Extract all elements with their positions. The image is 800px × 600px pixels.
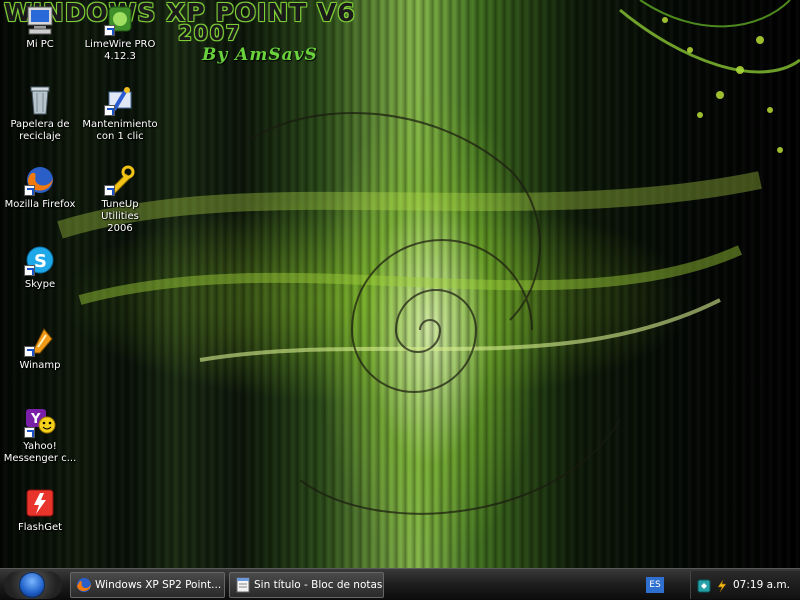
desktop-icon-label: Mozilla Firefox — [4, 199, 76, 210]
desktop-icon-mantenimiento[interactable]: Mantenimiento con 1 clic — [82, 84, 158, 143]
notepad-icon — [235, 577, 251, 593]
desktop-icon-winamp[interactable]: Winamp — [2, 325, 78, 372]
limewire-icon — [104, 4, 136, 36]
desktop-icon-firefox[interactable]: Mozilla Firefox — [2, 164, 78, 211]
wallpaper-year: 2007 — [178, 21, 242, 45]
taskbar: Windows XP SP2 Point... Sin título - Blo… — [0, 568, 800, 600]
desktop-icon-limewire[interactable]: LimeWire PRO 4.12.3 — [82, 4, 158, 63]
shortcut-arrow-icon — [24, 346, 35, 357]
shortcut-arrow-icon — [104, 105, 115, 116]
shortcut-arrow-icon — [104, 185, 115, 196]
start-button[interactable] — [4, 571, 62, 599]
winamp-icon — [24, 325, 56, 357]
taskbar-button-label: Windows XP SP2 Point... — [95, 579, 222, 591]
shortcut-arrow-icon — [24, 185, 35, 196]
desktop-icon-flashget[interactable]: FlashGet — [2, 487, 78, 534]
maintenance-icon — [104, 84, 136, 116]
firefox-icon — [24, 164, 56, 196]
shortcut-arrow-icon — [24, 265, 35, 276]
svg-text:S: S — [34, 251, 47, 272]
desktop-icon-label: Winamp — [19, 360, 61, 371]
clock[interactable]: 07:19 a.m. — [733, 579, 790, 591]
desktop-icon-label: TuneUp Utilities 2006 — [101, 199, 139, 234]
desktop-icon-label: LimeWire PRO 4.12.3 — [84, 39, 156, 62]
desktop-icon-label: Yahoo! Messenger c... — [3, 441, 77, 464]
desktop-icon-label: Mi PC — [26, 39, 54, 50]
taskbar-button-firefox[interactable]: Windows XP SP2 Point... — [70, 572, 225, 598]
desktop-icon-label: Papelera de reciclaje — [10, 119, 70, 142]
shortcut-arrow-icon — [104, 25, 115, 36]
wallpaper-author: By AmSavS — [202, 45, 318, 65]
taskbar-button-label: Sin título - Bloc de notas — [254, 579, 383, 591]
desktop-icon-label: Mantenimiento con 1 clic — [82, 119, 158, 142]
desktop-icon-label: FlashGet — [17, 522, 63, 533]
desktop-icon-label: Skype — [24, 279, 56, 290]
desktop-icon-tuneup[interactable]: TuneUp Utilities 2006 — [82, 164, 158, 235]
skype-icon: S — [24, 244, 56, 276]
language-indicator[interactable]: ES — [646, 577, 664, 593]
tuneup-icon — [104, 164, 136, 196]
desktop-icon-yahoo-messenger[interactable]: Y Yahoo! Messenger c... — [2, 406, 78, 465]
flashget-icon — [24, 487, 56, 519]
tray-app-icon[interactable] — [697, 578, 711, 593]
desktop-icon-recycle-bin[interactable]: Papelera de reciclaje — [2, 84, 78, 143]
yahoo-messenger-icon: Y — [24, 406, 56, 438]
recycle-bin-icon — [24, 84, 56, 116]
desktop-icon-mi-pc[interactable]: Mi PC — [2, 4, 78, 51]
taskbar-button-notepad[interactable]: Sin título - Bloc de notas — [229, 572, 384, 598]
windows-orb-icon — [19, 572, 45, 598]
shortcut-arrow-icon — [24, 427, 35, 438]
tray-lightning-icon[interactable] — [715, 578, 729, 593]
firefox-icon — [76, 577, 92, 593]
computer-icon — [24, 4, 56, 36]
desktop-icon-skype[interactable]: S Skype — [2, 244, 78, 291]
